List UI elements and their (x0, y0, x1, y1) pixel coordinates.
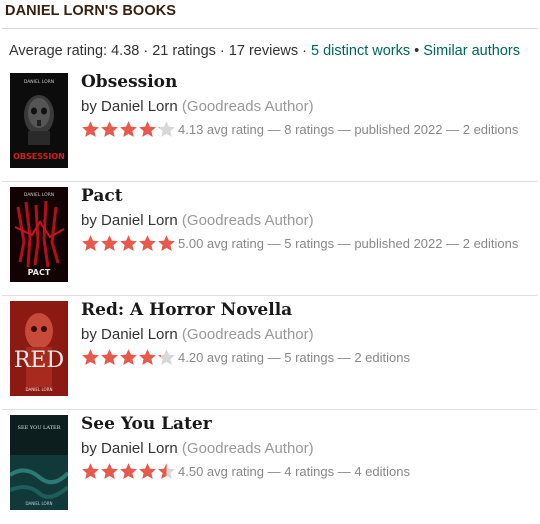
book-title[interactable]: See You Later (81, 414, 212, 434)
book-row: RED DANIEL LORN Red: A Horror Novella by… (0, 296, 540, 410)
star-icon (81, 462, 100, 481)
author-link[interactable]: Daniel Lorn (101, 326, 178, 343)
cover-title-text: SEE YOU LATER (18, 425, 61, 431)
star-icon (100, 234, 119, 253)
author-stats: Average rating: 4.38 · 21 ratings · 17 r… (9, 43, 520, 59)
average-rating: Average rating: 4.38 (9, 43, 140, 59)
cover-author-text: DANIEL LORN (26, 387, 53, 392)
cover-author-text: DANIEL LORN (24, 192, 54, 198)
author-link[interactable]: Daniel Lorn (101, 212, 178, 229)
mini-rating: 4.50 avg rating — 4 ratings — 4 editions (178, 464, 410, 479)
book-byline: by Daniel Lorn (Goodreads Author) (81, 326, 314, 343)
similar-authors-link[interactable]: Similar authors (423, 43, 520, 59)
star-icon (100, 348, 119, 367)
star-icon (157, 348, 176, 367)
distinct-works-link[interactable]: 5 distinct works (311, 43, 410, 59)
by-label: by (81, 212, 102, 229)
book-row: SEE YOU LATER DANIEL LORN See You Later … (0, 410, 540, 524)
star-icon (138, 348, 157, 367)
book-title[interactable]: Pact (81, 186, 123, 206)
star-icon (157, 234, 176, 253)
book-title[interactable]: Obsession (81, 72, 177, 92)
book-row: DANIEL LORN PACT Pact by Daniel Lorn (Go… (0, 182, 540, 296)
star-rating (81, 462, 176, 481)
book-byline: by Daniel Lorn (Goodreads Author) (81, 440, 314, 457)
star-icon (138, 234, 157, 253)
author-link[interactable]: Daniel Lorn (101, 98, 178, 115)
book-title[interactable]: Red: A Horror Novella (81, 300, 292, 320)
star-icon (119, 462, 138, 481)
mini-rating: 4.20 avg rating — 5 ratings — 2 editions (178, 350, 410, 365)
author-role: (Goodreads Author) (177, 98, 314, 115)
book-cover[interactable]: RED DANIEL LORN (10, 301, 68, 396)
star-icon (81, 120, 100, 139)
section-title: DANIEL LORN'S BOOKS (5, 3, 177, 19)
star-icon (157, 462, 176, 481)
cover-author-text: DANIEL LORN (24, 79, 54, 85)
cover-author-text: DANIEL LORN (26, 501, 53, 506)
star-icon (138, 462, 157, 481)
cover-title-text: OBSESSION (13, 152, 65, 161)
by-label: by (81, 440, 102, 457)
ratings-count: 21 ratings (152, 43, 216, 59)
star-icon (81, 348, 100, 367)
book-cover[interactable]: DANIEL LORN PACT (10, 187, 68, 282)
author-link[interactable]: Daniel Lorn (101, 440, 178, 457)
book-row: DANIEL LORN OBSESSION Obsession by Danie… (0, 68, 540, 182)
star-icon (157, 120, 176, 139)
author-role: (Goodreads Author) (177, 326, 314, 343)
section-header: DANIEL LORN'S BOOKS (2, 0, 538, 29)
star-rating (81, 348, 176, 367)
book-byline: by Daniel Lorn (Goodreads Author) (81, 98, 314, 115)
star-icon (138, 120, 157, 139)
star-icon (119, 234, 138, 253)
cover-title-text: PACT (28, 268, 51, 277)
star-icon (119, 120, 138, 139)
separator: · (139, 43, 153, 59)
star-icon (81, 234, 100, 253)
separator: · (215, 43, 229, 59)
author-role: (Goodreads Author) (177, 440, 314, 457)
star-rating (81, 120, 176, 139)
star-rating (81, 234, 176, 253)
star-icon (100, 462, 119, 481)
separator: • (410, 43, 424, 59)
book-byline: by Daniel Lorn (Goodreads Author) (81, 212, 314, 229)
mini-rating: 5.00 avg rating — 5 ratings — published … (178, 236, 519, 251)
star-icon (100, 120, 119, 139)
by-label: by (81, 326, 102, 343)
book-cover[interactable]: SEE YOU LATER DANIEL LORN (10, 415, 68, 510)
cover-title-text: RED (14, 348, 64, 373)
separator: · (298, 43, 311, 59)
book-cover[interactable]: DANIEL LORN OBSESSION (10, 73, 68, 168)
reviews-count: 17 reviews (228, 43, 299, 59)
mini-rating: 4.13 avg rating — 8 ratings — published … (178, 122, 519, 137)
by-label: by (81, 98, 102, 115)
star-icon (119, 348, 138, 367)
author-role: (Goodreads Author) (177, 212, 314, 229)
